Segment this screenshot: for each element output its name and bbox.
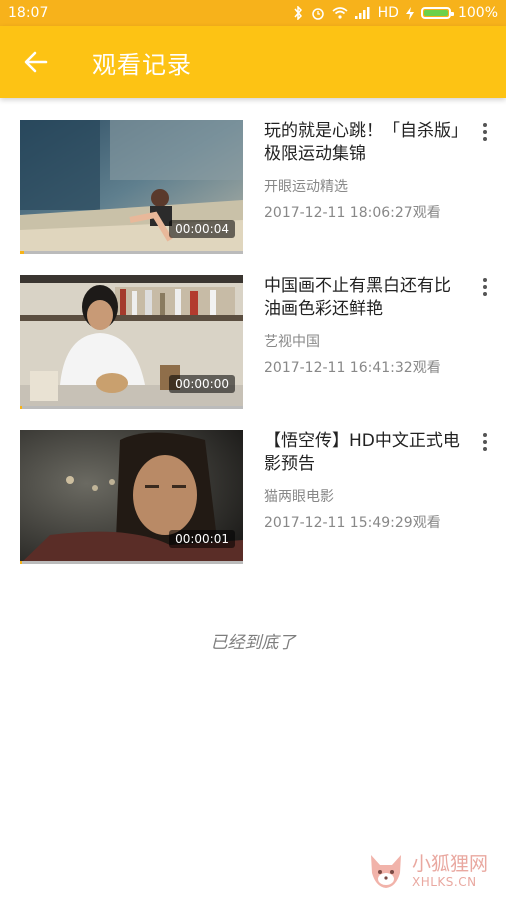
video-thumbnail[interactable]: 00:00:00 xyxy=(20,275,243,409)
history-item[interactable]: 00:00:04 玩的就是心跳！「自杀版」极限运动集锦 开眼运动精选 2017-… xyxy=(0,98,506,254)
video-thumbnail[interactable]: 00:00:04 xyxy=(20,120,243,254)
wifi-icon xyxy=(332,7,348,19)
back-button[interactable] xyxy=(0,26,72,98)
more-vert-icon xyxy=(483,433,487,437)
bluetooth-icon xyxy=(294,6,302,20)
watch-progress xyxy=(20,561,243,564)
network-type: HD xyxy=(377,5,399,21)
watched-time: 2017-12-11 18:06:27观看 xyxy=(264,205,441,221)
video-duration: 00:00:01 xyxy=(169,530,235,548)
signal-icon xyxy=(354,7,370,19)
channel-name: 艺视中国 xyxy=(264,334,320,350)
history-item[interactable]: 00:00:00 中国画不止有黑白还有比油画色彩还鲜艳 艺视中国 2017-12… xyxy=(0,253,506,409)
channel-name: 猫两眼电影 xyxy=(264,489,334,505)
charging-icon xyxy=(405,6,414,20)
status-time: 18:07 xyxy=(8,5,49,21)
watermark-cn: 小狐狸网 xyxy=(412,853,489,875)
video-duration: 00:00:00 xyxy=(169,375,235,393)
battery-level: 100% xyxy=(457,5,498,21)
status-icons: HD 100% xyxy=(292,5,498,21)
watermark: 小狐狸网 XHLKS.CN xyxy=(366,848,496,894)
more-vert-icon xyxy=(483,123,487,127)
more-options-button[interactable] xyxy=(474,430,496,456)
fox-logo-icon xyxy=(371,855,401,888)
video-title[interactable]: 中国画不止有黑白还有比油画色彩还鲜艳 xyxy=(264,275,464,321)
watched-time: 2017-12-11 15:49:29观看 xyxy=(264,515,441,531)
watched-time: 2017-12-11 16:41:32观看 xyxy=(264,360,441,376)
video-title[interactable]: 【悟空传】HD中文正式电影预告 xyxy=(264,430,464,476)
video-title[interactable]: 玩的就是心跳！「自杀版」极限运动集锦 xyxy=(264,120,464,166)
video-thumbnail[interactable]: 00:00:01 xyxy=(20,430,243,564)
watermark-en: XHLKS.CN xyxy=(412,875,477,889)
alarm-icon xyxy=(311,8,324,20)
arrow-left-icon xyxy=(24,51,48,73)
history-item[interactable]: 00:00:01 【悟空传】HD中文正式电影预告 猫两眼电影 2017-12-1… xyxy=(0,408,506,564)
app-bar: 观看记录 xyxy=(0,26,506,98)
more-options-button[interactable] xyxy=(474,120,496,146)
channel-name: 开眼运动精选 xyxy=(264,179,348,195)
page-title: 观看记录 xyxy=(92,50,192,79)
end-of-list-text: 已经到底了 xyxy=(210,633,296,653)
battery-icon xyxy=(420,7,454,19)
history-list: 00:00:04 玩的就是心跳！「自杀版」极限运动集锦 开眼运动精选 2017-… xyxy=(0,98,506,564)
more-options-button[interactable] xyxy=(474,275,496,301)
status-bar: 18:07 HD 100% xyxy=(0,0,506,26)
video-duration: 00:00:04 xyxy=(169,220,235,238)
more-vert-icon xyxy=(483,278,487,282)
